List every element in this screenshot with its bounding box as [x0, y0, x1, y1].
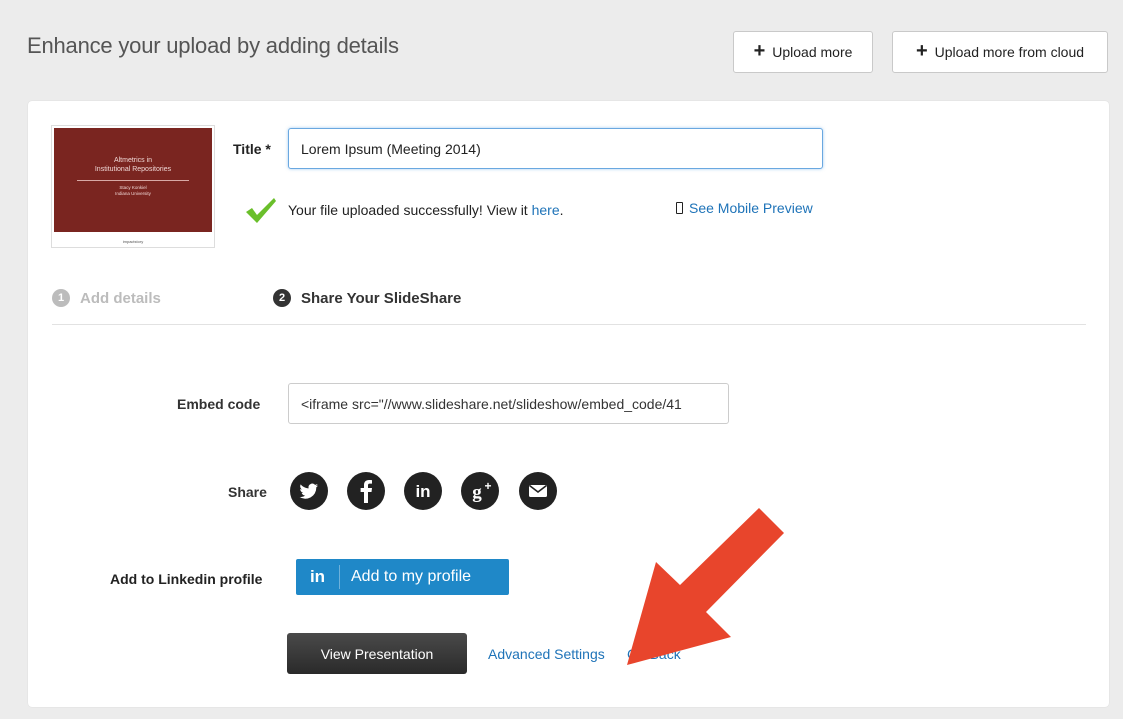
google-plus-icon[interactable]: g + — [461, 472, 499, 510]
section-divider — [52, 324, 1086, 325]
add-to-linkedin-label: Add to Linkedin profile — [110, 571, 263, 587]
plus-icon: + — [753, 40, 766, 62]
add-to-linkedin-profile-button[interactable]: in Add to my profile — [296, 559, 509, 595]
thumbnail-title: Altmetrics in Institutional Repositories — [94, 157, 172, 173]
svg-text:in: in — [415, 482, 430, 501]
mobile-preview-label: See Mobile Preview — [689, 200, 813, 216]
upload-success-message: Your file uploaded successfully! View it… — [288, 202, 564, 218]
linkedin-icon[interactable]: in — [404, 472, 442, 510]
embed-code-label: Embed code — [177, 396, 261, 412]
thumbnail-subtitle: Stacy Konkiel Indiana University — [115, 185, 151, 196]
presentation-thumbnail: Altmetrics in Institutional Repositories… — [51, 125, 215, 248]
page-title: Enhance your upload by adding details — [27, 33, 399, 58]
linkedin-logo-icon: in — [296, 565, 340, 589]
advanced-settings-link[interactable]: Advanced Settings — [488, 646, 605, 662]
facebook-icon[interactable] — [347, 472, 385, 510]
mobile-preview-link[interactable]: See Mobile Preview — [676, 200, 813, 216]
success-text: Your file uploaded successfully! View it — [288, 202, 532, 218]
red-arrow-annotation — [627, 508, 784, 665]
email-icon[interactable] — [519, 472, 557, 510]
svg-text:+: + — [484, 479, 491, 493]
svg-text:g: g — [472, 482, 482, 503]
step-add-details[interactable]: 1 Add details — [52, 289, 161, 307]
checkmark-icon — [246, 198, 276, 223]
upload-more-button[interactable]: + Upload more — [733, 31, 873, 73]
mobile-phone-icon — [676, 202, 683, 214]
step-number: 2 — [273, 289, 291, 307]
success-text-end: . — [559, 202, 564, 218]
title-label: Title * — [233, 141, 271, 157]
view-presentation-button[interactable]: View Presentation — [287, 633, 467, 674]
step-number: 1 — [52, 289, 70, 307]
linkedin-button-label: Add to my profile — [351, 568, 472, 585]
step-label: Add details — [80, 289, 161, 307]
share-label: Share — [228, 484, 267, 500]
plus-icon: + — [915, 40, 928, 62]
step-label: Share Your SlideShare — [301, 289, 462, 307]
step-share-slideshare[interactable]: 2 Share Your SlideShare — [273, 289, 461, 307]
title-input[interactable] — [288, 128, 823, 169]
twitter-icon[interactable] — [290, 472, 328, 510]
upload-more-label: Upload more — [772, 44, 853, 60]
view-file-link[interactable]: here — [532, 202, 560, 218]
upload-cloud-label: Upload more from cloud — [934, 44, 1085, 60]
embed-code-field[interactable] — [288, 383, 729, 424]
upload-from-cloud-button[interactable]: + Upload more from cloud — [892, 31, 1108, 73]
thumbnail-footer: impactstory — [122, 239, 144, 244]
